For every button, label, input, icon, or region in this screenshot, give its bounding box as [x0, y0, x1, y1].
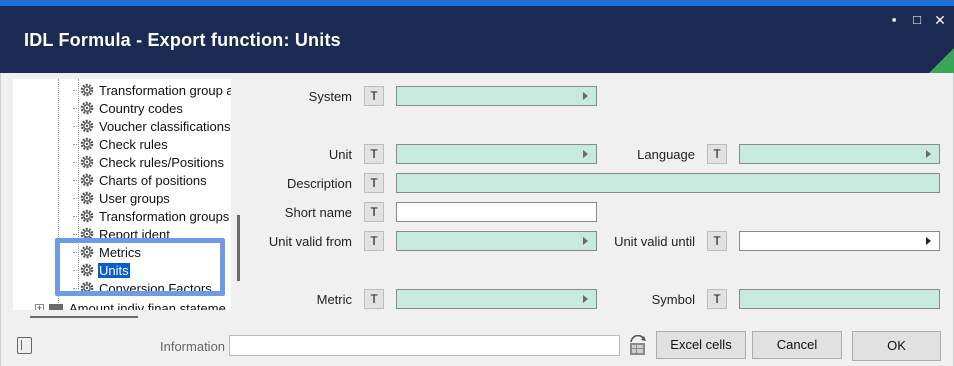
tree-item[interactable]: Country codes	[73, 99, 184, 117]
metric-translate-button[interactable]: T	[364, 289, 384, 309]
refresh-icon[interactable]	[627, 335, 649, 357]
gear-icon	[80, 155, 94, 169]
excel-cells-button[interactable]: Excel cells	[656, 331, 746, 359]
tree-item-label: Transformation groups	[99, 208, 230, 224]
tree-vertical-scrollbar[interactable]	[237, 215, 240, 281]
tree-item-label: Charts of positions	[99, 172, 207, 188]
tree-horizontal-scrollbar[interactable]	[30, 316, 138, 318]
language-translate-button[interactable]: T	[707, 144, 727, 164]
metric-field[interactable]	[396, 289, 597, 309]
tree-item-label: User groups	[99, 190, 170, 206]
corner-accent	[929, 48, 954, 73]
tree-item-label: Voucher classifications	[99, 118, 231, 134]
tree-item[interactable]: User groups	[73, 189, 171, 207]
tree-connector	[73, 89, 79, 91]
ok-button[interactable]: OK	[852, 331, 941, 361]
unit-translate-button[interactable]: T	[364, 144, 384, 164]
dropdown-arrow-icon	[926, 237, 931, 245]
unit-valid-until-field[interactable]	[739, 231, 940, 251]
description-label: Description	[286, 176, 352, 191]
description-translate-button[interactable]: T	[364, 173, 384, 193]
gear-icon	[80, 119, 94, 133]
unit-field[interactable]	[396, 144, 597, 164]
gear-icon	[80, 137, 94, 151]
tree-connector	[73, 233, 79, 235]
tree-item-label: Transformation group al	[99, 82, 231, 98]
unit-valid-from-translate-button[interactable]: T	[364, 231, 384, 251]
dropdown-arrow-icon	[583, 237, 588, 245]
tree-connector	[73, 215, 79, 217]
tree-item[interactable]: Voucher classifications	[73, 117, 231, 135]
gear-icon	[80, 83, 94, 97]
panel-toggle-icon[interactable]	[17, 337, 32, 354]
gear-icon	[80, 173, 94, 187]
system-label: System	[308, 89, 352, 104]
gear-icon	[80, 209, 94, 223]
unit-valid-from-field[interactable]	[396, 231, 597, 251]
maximize-icon[interactable]: □	[907, 12, 927, 28]
cancel-button[interactable]: Cancel	[752, 331, 842, 359]
unit-valid-until-translate-button[interactable]: T	[707, 231, 727, 251]
unit-label: Unit	[328, 147, 352, 162]
tree-connector	[73, 107, 79, 109]
tree-item[interactable]: Check rules	[73, 135, 169, 153]
tree-item[interactable]: Check rules/Positions	[73, 153, 225, 171]
gear-icon	[80, 101, 94, 115]
dropdown-arrow-icon	[583, 92, 588, 100]
language-field[interactable]	[739, 144, 940, 164]
unit-valid-until-label: Unit valid until	[614, 234, 695, 249]
information-input[interactable]	[229, 335, 620, 356]
tree-connector	[73, 179, 79, 181]
system-translate-button[interactable]: T	[364, 86, 384, 106]
language-label: Language	[637, 147, 695, 162]
tree-root-item[interactable]: + Amount indiv finan stateme	[35, 300, 226, 310]
unit-valid-from-label: Unit valid from	[268, 234, 352, 249]
tree-connector	[73, 143, 79, 145]
tree-connector	[73, 125, 79, 127]
tree-item-label: Country codes	[99, 100, 183, 116]
tree-item[interactable]: Charts of positions	[73, 171, 208, 189]
tree-item-label: Check rules/Positions	[99, 154, 224, 170]
tree-item[interactable]: Transformation group al	[73, 81, 231, 99]
tree-item-label: Check rules	[99, 136, 168, 152]
close-icon[interactable]: ✕	[930, 12, 950, 28]
symbol-field[interactable]	[739, 289, 940, 309]
dropdown-arrow-icon	[583, 295, 588, 303]
title-bar: IDL Formula - Export function: Units ▪ □…	[0, 6, 954, 73]
dropdown-arrow-icon	[583, 150, 588, 158]
information-label: Information	[160, 339, 226, 354]
symbol-translate-button[interactable]: T	[707, 289, 727, 309]
tree-root-label: Amount indiv finan stateme	[69, 300, 226, 311]
minimize-icon[interactable]: ▪	[884, 12, 904, 28]
highlight-annotation	[55, 238, 225, 296]
expand-icon[interactable]: +	[35, 303, 44, 310]
symbol-label: Symbol	[651, 292, 695, 307]
short-name-label: Short name	[284, 205, 352, 220]
tree-connector	[73, 197, 79, 199]
window-title: IDL Formula - Export function: Units	[24, 30, 341, 50]
system-field[interactable]	[396, 86, 597, 106]
tree-item[interactable]: Transformation groups	[73, 207, 230, 225]
metric-label: Metric	[316, 292, 352, 307]
description-field[interactable]	[396, 173, 940, 193]
gear-icon	[80, 191, 94, 205]
tree-connector	[73, 161, 79, 163]
folder-icon	[49, 303, 63, 310]
short-name-translate-button[interactable]: T	[364, 202, 384, 222]
short-name-field[interactable]	[396, 202, 597, 222]
dropdown-arrow-icon	[926, 150, 931, 158]
